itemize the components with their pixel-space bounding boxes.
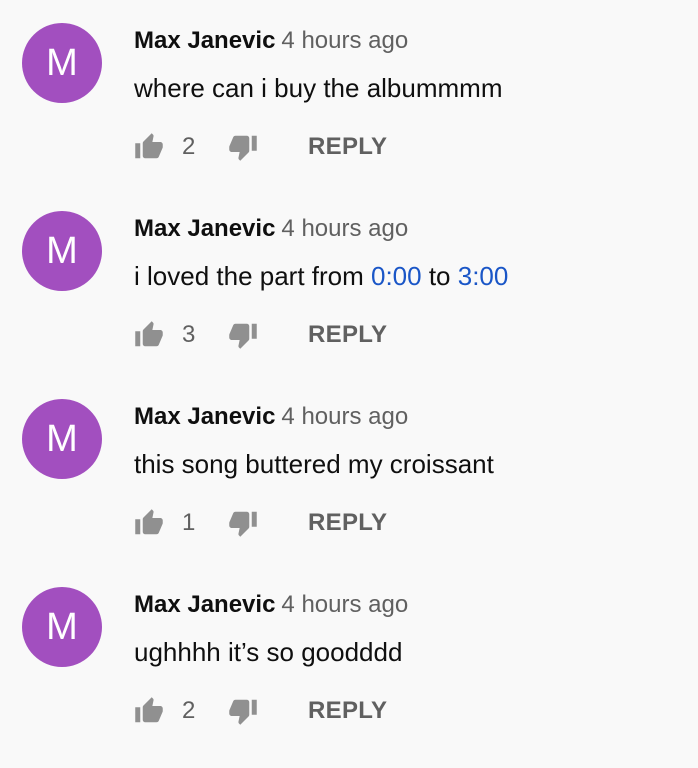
thumbs-up-icon[interactable] [134, 320, 164, 350]
author-name[interactable]: Max Janevic [134, 591, 275, 618]
comment-time[interactable]: 4 hours ago [281, 591, 408, 618]
author-name[interactable]: Max Janevic [134, 403, 275, 430]
comment-text-part: to [421, 261, 458, 291]
timestamp-link[interactable]: 3:00 [458, 261, 509, 291]
thumbs-down-icon[interactable] [228, 320, 258, 350]
comment-item: M Max Janevic 4 hours ago i loved the par… [0, 188, 698, 376]
avatar[interactable]: M [22, 587, 102, 667]
thumbs-down-icon[interactable] [228, 132, 258, 162]
reply-button[interactable]: REPLY [308, 509, 387, 537]
thumbs-up-icon[interactable] [134, 132, 164, 162]
avatar[interactable]: M [22, 399, 102, 479]
comment-actions: 2 REPLY [134, 696, 387, 726]
reply-button[interactable]: REPLY [308, 133, 387, 161]
comment-actions: 1 REPLY [134, 508, 387, 538]
reply-button[interactable]: REPLY [308, 697, 387, 725]
thumbs-up-icon[interactable] [134, 508, 164, 538]
comment-actions: 3 REPLY [134, 320, 387, 350]
timestamp-link[interactable]: 0:00 [371, 261, 422, 291]
comments-section: M Max Janevic 4 hours ago where can i buy… [0, 0, 698, 768]
comment-text: i loved the part from 0:00 to 3:00 [134, 259, 508, 293]
comment-header: Max Janevic 4 hours ago [134, 590, 408, 620]
thumbs-down-icon[interactable] [228, 696, 258, 726]
like-count: 1 [182, 509, 196, 536]
comment-text-part: i loved the part from [134, 261, 371, 291]
comment-text: ughhhh it’s so goodddd [134, 637, 403, 667]
comment-item: M Max Janevic 4 hours ago ughhhh it’s so … [0, 564, 698, 752]
comment-text: where can i buy the albummmm [134, 73, 503, 103]
like-count: 2 [182, 133, 196, 160]
comment-item: M Max Janevic 4 hours ago this song butte… [0, 376, 698, 564]
avatar[interactable]: M [22, 23, 102, 103]
comment-actions: 2 REPLY [134, 132, 387, 162]
like-count: 2 [182, 697, 196, 724]
like-count: 3 [182, 321, 196, 348]
thumbs-up-icon[interactable] [134, 696, 164, 726]
comment-header: Max Janevic 4 hours ago [134, 402, 408, 432]
comment-time[interactable]: 4 hours ago [281, 215, 408, 242]
comment-header: Max Janevic 4 hours ago [134, 214, 408, 244]
author-name[interactable]: Max Janevic [134, 215, 275, 242]
comment-time[interactable]: 4 hours ago [281, 403, 408, 430]
reply-button[interactable]: REPLY [308, 321, 387, 349]
comment-time[interactable]: 4 hours ago [281, 27, 408, 54]
avatar[interactable]: M [22, 211, 102, 291]
thumbs-down-icon[interactable] [228, 508, 258, 538]
author-name[interactable]: Max Janevic [134, 27, 275, 54]
comment-item: M Max Janevic 4 hours ago where can i buy… [0, 0, 698, 188]
comment-header: Max Janevic 4 hours ago [134, 26, 408, 56]
comment-text: this song buttered my croissant [134, 449, 494, 479]
